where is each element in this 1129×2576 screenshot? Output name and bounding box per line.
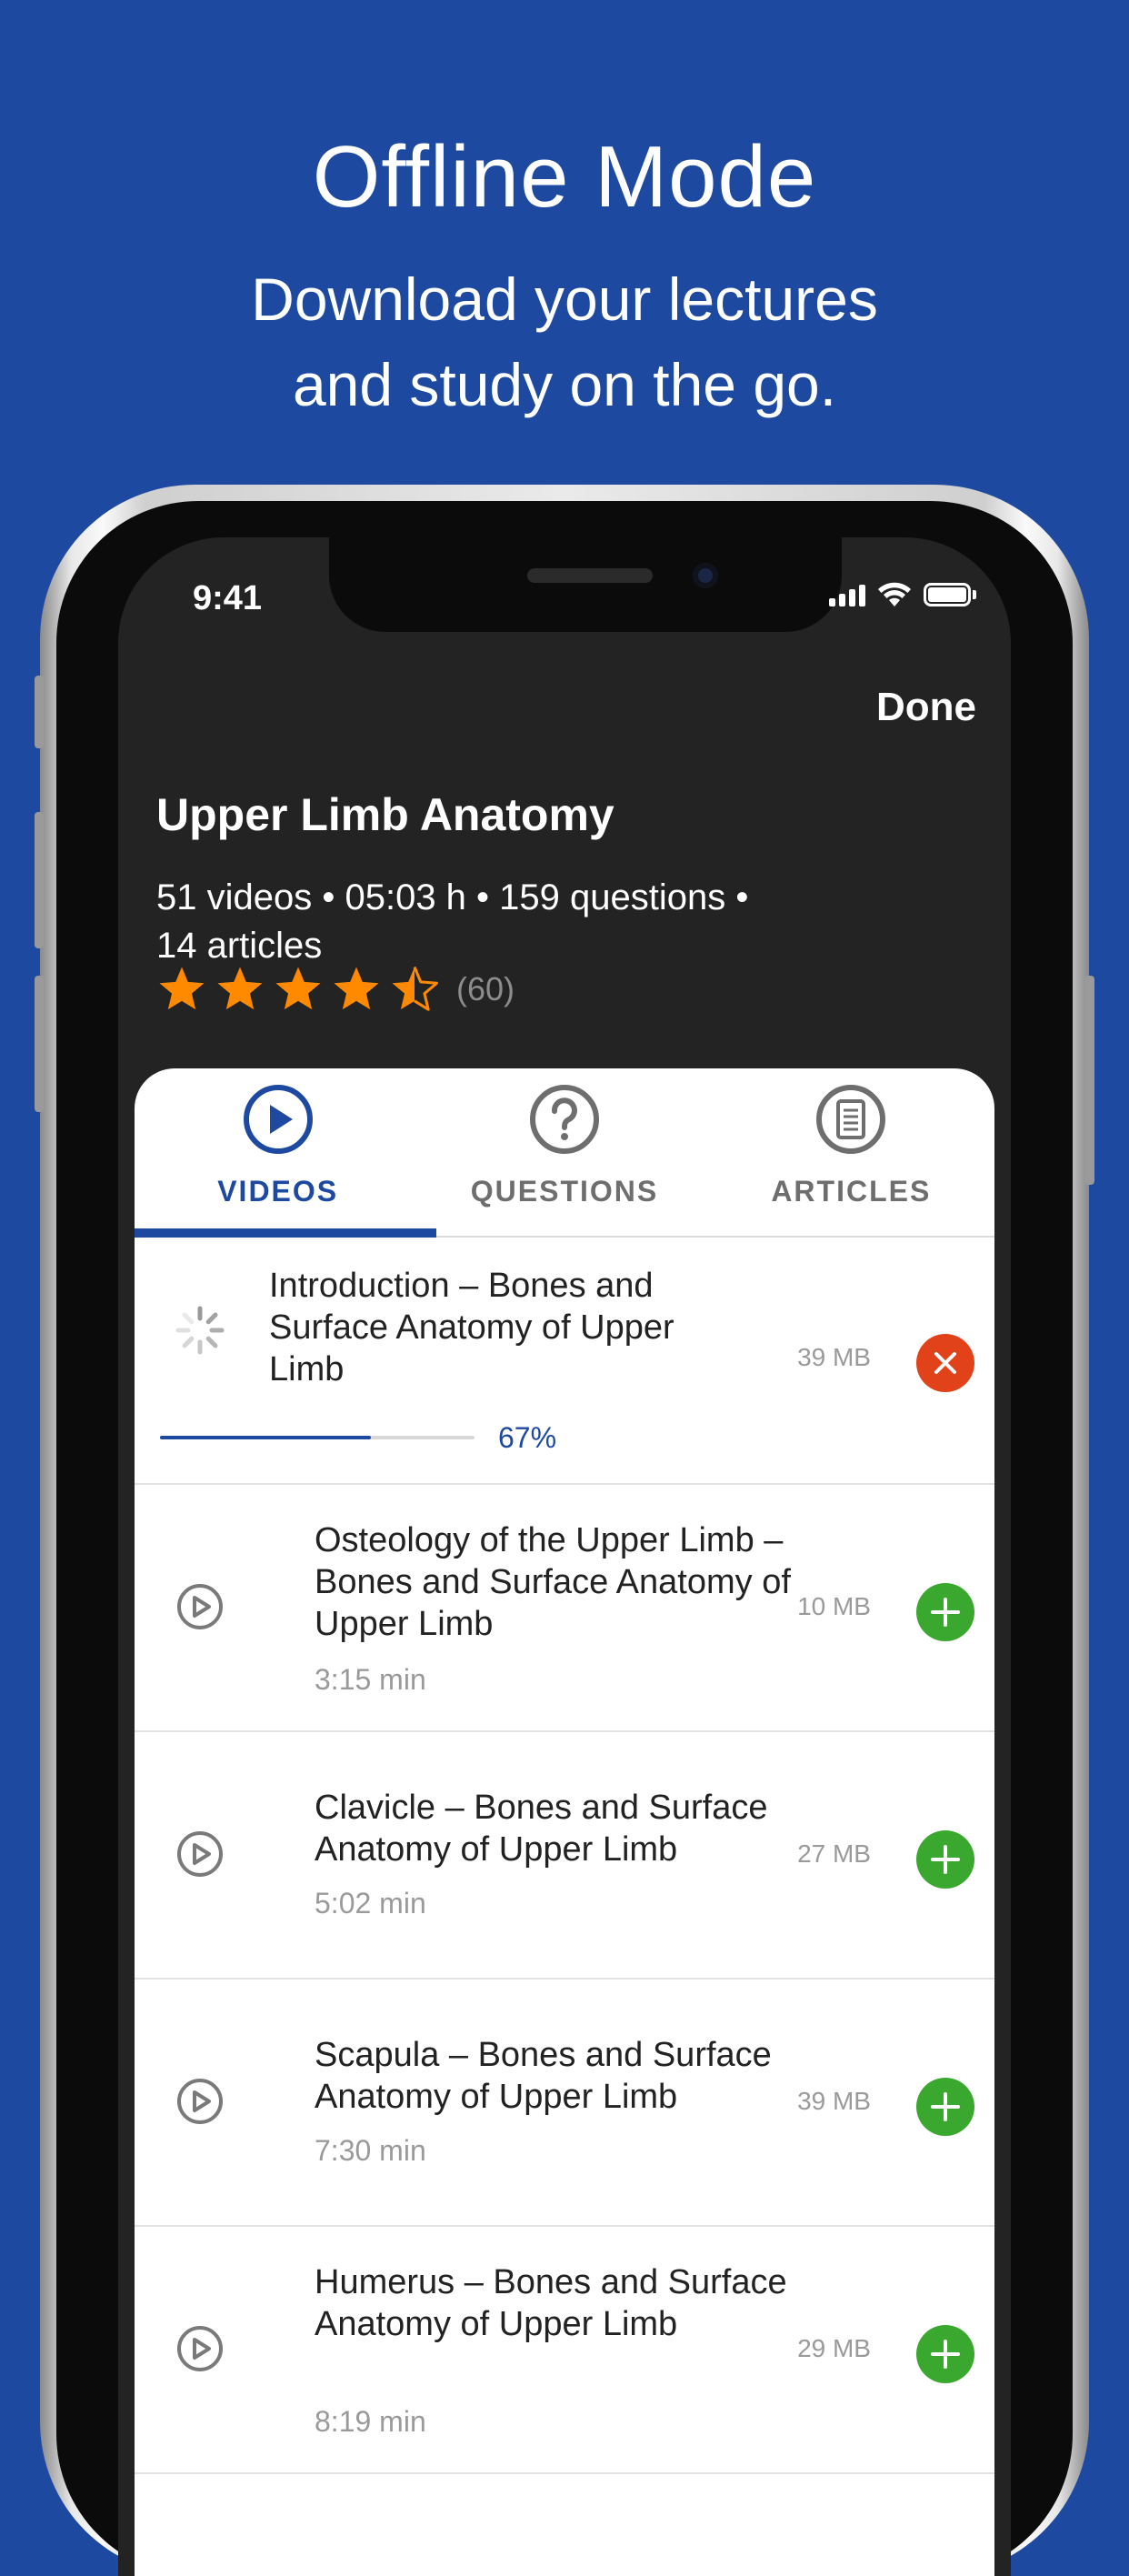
video-title: Clavicle – Bones and Surface Anatomy of … — [315, 1789, 768, 1869]
video-list: Introduction – Bones and Surface Anatomy… — [135, 1238, 994, 2474]
notch — [329, 537, 842, 632]
phone-bezel: 9:41 Done Upper Limb Anatomy 51 videos •… — [56, 501, 1073, 2576]
play-circle-icon — [177, 1584, 223, 1629]
front-camera — [693, 563, 718, 588]
question-circle-icon — [529, 1085, 599, 1154]
download-progress-bar — [160, 1436, 475, 1439]
download-progress-fill — [160, 1436, 371, 1439]
video-title: Scapula – Bones and Surface Anatomy of U… — [315, 2036, 772, 2116]
video-title: Humerus – Bones and Surface Anatomy of U… — [315, 2263, 787, 2343]
tab-questions[interactable]: QUESTIONS — [421, 1068, 707, 1238]
video-duration: 5:02 min — [315, 1887, 426, 1919]
tab-bar: VIDEOS QUESTIONS ARTICLES — [135, 1068, 994, 1238]
speaker-grille — [527, 568, 653, 583]
phone-mute-switch — [35, 676, 44, 748]
star-icon — [217, 967, 263, 1010]
play-circle-icon — [243, 1085, 313, 1154]
video-row[interactable]: Osteology of the Upper Limb – Bones and … — [135, 1485, 994, 1732]
video-row[interactable]: Clavicle – Bones and Surface Anatomy of … — [135, 1732, 994, 1980]
status-time: 9:41 — [193, 579, 263, 617]
phone-frame: 9:41 Done Upper Limb Anatomy 51 videos •… — [35, 485, 1094, 2576]
download-button[interactable] — [916, 2078, 974, 2136]
course-meta: 51 videos • 05:03 h • 159 questions • 14… — [156, 874, 902, 970]
cancel-download-button[interactable] — [916, 1334, 974, 1392]
video-title: Osteology of the Upper Limb – Bones and … — [315, 1521, 791, 1643]
wifi-icon — [878, 582, 911, 606]
battery-icon — [924, 583, 971, 606]
play-circle-icon — [177, 2079, 223, 2124]
video-duration: 3:15 min — [315, 1663, 426, 1696]
half-star-icon — [392, 966, 439, 1011]
video-row[interactable]: Introduction – Bones and Surface Anatomy… — [135, 1238, 994, 1485]
video-size: 27 MB — [797, 1839, 871, 1868]
tab-videos[interactable]: VIDEOS — [135, 1068, 421, 1238]
tab-questions-label: QUESTIONS — [470, 1175, 659, 1208]
rating-count: (60) — [456, 970, 515, 1007]
headline-subtitle: Download your lectures and study on the … — [0, 256, 1129, 427]
status-icons — [829, 581, 976, 608]
star-icon — [275, 967, 321, 1010]
video-size: 10 MB — [797, 1592, 871, 1620]
download-button[interactable] — [916, 1583, 974, 1641]
video-duration: 7:30 min — [315, 2134, 426, 2167]
phone-screen: 9:41 Done Upper Limb Anatomy 51 videos •… — [118, 537, 1011, 2576]
course-meta-line1: 51 videos • 05:03 h • 159 questions • — [156, 877, 749, 917]
download-progress-label: 67% — [498, 1421, 557, 1454]
close-icon — [934, 1352, 956, 1374]
star-icon — [159, 967, 205, 1010]
course-title: Upper Limb Anatomy — [156, 789, 614, 840]
download-button[interactable] — [916, 2325, 974, 2383]
video-row[interactable]: Humerus – Bones and Surface Anatomy of U… — [135, 2227, 994, 2474]
tab-articles-label: ARTICLES — [771, 1175, 932, 1208]
play-circle-icon — [177, 2326, 223, 2371]
done-button[interactable]: Done — [876, 685, 976, 730]
loading-spinner-icon — [175, 1306, 225, 1355]
plus-icon — [931, 1598, 960, 1627]
phone-power-button — [1085, 976, 1094, 1185]
video-row[interactable]: Scapula – Bones and Surface Anatomy of U… — [135, 1980, 994, 2227]
video-size: 39 MB — [797, 1343, 871, 1371]
phone-volume-down — [35, 976, 44, 1112]
headline-subtitle-line1: Download your lectures — [251, 266, 878, 333]
document-circle-icon — [816, 1085, 886, 1154]
video-title: Introduction – Bones and Surface Anatomy… — [269, 1267, 674, 1388]
plus-icon — [931, 2092, 960, 2121]
headline-subtitle-line2: and study on the go. — [292, 351, 837, 418]
battery-tip — [973, 590, 976, 599]
tab-articles[interactable]: ARTICLES — [708, 1068, 994, 1238]
video-size: 39 MB — [797, 2087, 871, 2115]
download-button[interactable] — [916, 1830, 974, 1889]
plus-icon — [931, 2340, 960, 2369]
play-circle-icon — [177, 1831, 223, 1877]
star-icon — [334, 967, 379, 1010]
video-size: 29 MB — [797, 2334, 871, 2362]
content-panel: VIDEOS QUESTIONS ARTICLES Introduction –… — [135, 1068, 994, 2576]
tab-videos-label: VIDEOS — [217, 1175, 339, 1208]
plus-icon — [931, 1845, 960, 1874]
headline-title: Offline Mode — [312, 128, 817, 226]
active-tab-indicator — [135, 1228, 436, 1238]
course-meta-line2: 14 articles — [156, 926, 323, 966]
cellular-signal-icon — [829, 583, 865, 606]
course-rating: (60) — [156, 965, 515, 1014]
video-duration: 8:19 min — [315, 2405, 426, 2438]
phone-volume-up — [35, 812, 44, 948]
